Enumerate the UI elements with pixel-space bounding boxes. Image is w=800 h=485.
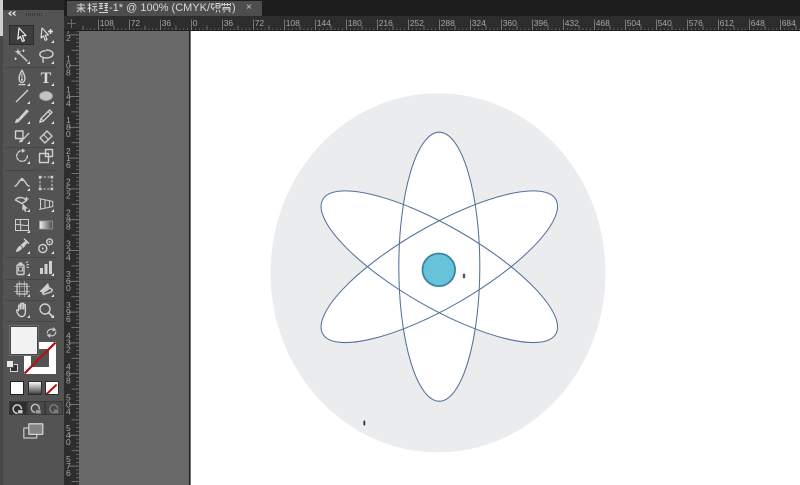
svg-text:324: 324: [472, 18, 486, 28]
svg-text:540: 540: [658, 18, 672, 28]
svg-text:8: 8: [66, 67, 71, 77]
svg-text:0: 0: [66, 437, 71, 447]
svg-text:612: 612: [720, 18, 734, 28]
svg-text:144: 144: [317, 18, 331, 28]
svg-text:36: 36: [162, 18, 172, 28]
svg-text:4: 4: [66, 98, 71, 108]
svg-text:108: 108: [286, 18, 300, 28]
svg-text:72: 72: [255, 18, 265, 28]
svg-text:6: 6: [66, 159, 71, 169]
svg-text:6: 6: [66, 467, 71, 477]
svg-text:2: 2: [66, 33, 71, 43]
svg-text:576: 576: [689, 18, 703, 28]
svg-text:0: 0: [66, 129, 71, 139]
svg-text:6: 6: [66, 313, 71, 323]
svg-text:108: 108: [100, 18, 114, 28]
svg-text:396: 396: [534, 18, 548, 28]
svg-text:2: 2: [66, 344, 71, 354]
svg-text:T: T: [40, 70, 51, 87]
svg-text:648: 648: [751, 18, 765, 28]
svg-text:0: 0: [66, 283, 71, 293]
svg-text:72: 72: [131, 18, 141, 28]
svg-text:180: 180: [348, 18, 362, 28]
svg-text:8: 8: [66, 221, 71, 231]
svg-text:0: 0: [193, 18, 198, 28]
svg-text:432: 432: [565, 18, 579, 28]
svg-text:288: 288: [441, 18, 455, 28]
svg-text:2: 2: [66, 190, 71, 200]
svg-text:468: 468: [596, 18, 610, 28]
svg-text:684: 684: [782, 18, 796, 28]
svg-text:252: 252: [410, 18, 424, 28]
svg-text:360: 360: [503, 18, 517, 28]
svg-text:4: 4: [66, 406, 71, 416]
svg-text:216: 216: [379, 18, 393, 28]
svg-text:504: 504: [627, 18, 641, 28]
svg-text:36: 36: [224, 18, 234, 28]
svg-text:4: 4: [66, 252, 71, 262]
svg-text:8: 8: [66, 375, 71, 385]
